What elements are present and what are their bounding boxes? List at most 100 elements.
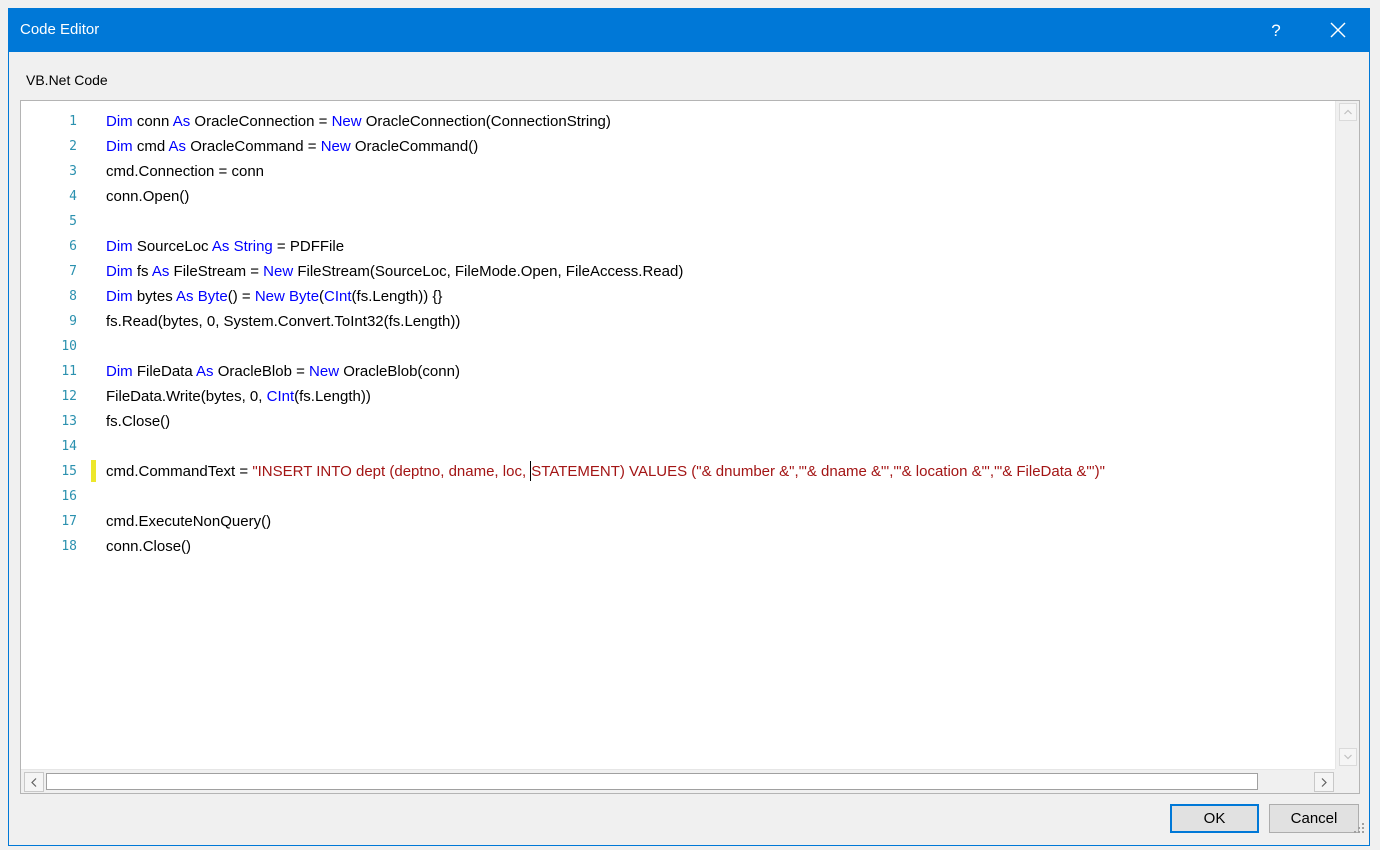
code-section-label: VB.Net Code (26, 72, 108, 88)
scroll-right-button[interactable] (1314, 772, 1334, 792)
line-code[interactable]: fs.Read(bytes, 0, System.Convert.ToInt32… (106, 309, 460, 334)
line-code[interactable]: Dim cmd As OracleCommand = New OracleCom… (106, 134, 478, 159)
line-number: 16 (61, 489, 77, 504)
code-line[interactable]: 5 (21, 209, 1335, 234)
cancel-button[interactable]: Cancel (1269, 804, 1359, 833)
keyword-token: New (320, 138, 351, 155)
code-line[interactable]: 7 Dim fs As FileStream = New FileStream(S… (21, 259, 1335, 284)
line-number: 1 (69, 114, 77, 129)
text-caret (530, 461, 532, 482)
line-number: 13 (61, 414, 77, 429)
horizontal-scrollbar[interactable] (21, 769, 1359, 793)
code-token: fs (132, 263, 152, 280)
scroll-up-button[interactable] (1339, 103, 1357, 121)
line-number: 12 (61, 389, 77, 404)
keyword-token: Byte (289, 288, 320, 305)
code-token: FileData (132, 363, 197, 380)
code-line[interactable]: 2 Dim cmd As OracleCommand = New OracleCo… (21, 134, 1335, 159)
code-line[interactable]: 12 FileData.Write(bytes, 0, CInt(fs.Lengt… (21, 384, 1335, 409)
code-token: OracleConnection(ConnectionString) (361, 113, 611, 130)
code-token: OracleCommand = (186, 138, 321, 155)
line-code[interactable]: Dim FileData As OracleBlob = New OracleB… (106, 359, 460, 384)
code-editor[interactable]: 1 Dim conn As OracleConnection = New Orac… (20, 100, 1360, 794)
line-code[interactable]: conn.Close() (106, 534, 191, 559)
code-line[interactable]: 18 conn.Close() (21, 534, 1335, 559)
code-line[interactable]: 17 cmd.ExecuteNonQuery() (21, 509, 1335, 534)
code-text-area[interactable]: 1 Dim conn As OracleConnection = New Orac… (21, 101, 1335, 769)
help-button[interactable]: ? (1253, 9, 1299, 52)
line-number: 4 (69, 189, 77, 204)
line-code[interactable]: cmd.CommandText = "INSERT INTO dept (dep… (106, 459, 1105, 484)
keyword-token: New (331, 113, 362, 130)
code-line[interactable]: 1 Dim conn As OracleConnection = New Orac… (21, 109, 1335, 134)
keyword-token: Dim (106, 138, 133, 155)
code-token: conn.Open() (106, 188, 190, 205)
line-code[interactable]: fs.Close() (106, 409, 170, 434)
code-token: conn (132, 113, 173, 130)
line-number: 18 (61, 539, 77, 554)
scroll-down-button[interactable] (1339, 748, 1357, 766)
code-token: cmd.CommandText = (106, 463, 253, 480)
line-code[interactable]: conn.Open() (106, 184, 189, 209)
close-button[interactable] (1315, 9, 1361, 52)
code-token: FileStream = (169, 263, 264, 280)
code-line[interactable]: 4 conn.Open() (21, 184, 1335, 209)
keyword-token: As (172, 113, 191, 130)
code-line[interactable]: 15 cmd.CommandText = "INSERT INTO dept (d… (21, 459, 1335, 484)
chevron-left-icon (31, 778, 37, 787)
code-token: conn.Close() (106, 538, 192, 555)
ok-button[interactable]: OK (1170, 804, 1259, 833)
code-line[interactable]: 11 Dim FileData As OracleBlob = New Oracl… (21, 359, 1335, 384)
code-line[interactable]: 8 Dim bytes As Byte() = New Byte(CInt(fs.… (21, 284, 1335, 309)
scrollbar-corner (1335, 769, 1359, 793)
code-line[interactable]: 10 (21, 334, 1335, 359)
code-token: SourceLoc (132, 238, 212, 255)
code-token: OracleCommand() (350, 138, 479, 155)
line-code[interactable]: cmd.ExecuteNonQuery() (106, 509, 271, 534)
line-code[interactable]: cmd.Connection = conn (106, 159, 264, 184)
code-line[interactable]: 9 fs.Read(bytes, 0, System.Convert.ToInt3… (21, 309, 1335, 334)
line-number: 14 (61, 439, 77, 454)
string-token: "INSERT INTO dept (deptno, dname, loc, (252, 463, 531, 480)
line-number: 9 (69, 314, 77, 329)
line-number: 5 (69, 214, 77, 229)
code-line[interactable]: 6 Dim SourceLoc As String = PDFFile (21, 234, 1335, 259)
keyword-token: New (309, 363, 340, 380)
code-token: cmd.ExecuteNonQuery() (106, 513, 272, 530)
close-icon (1330, 22, 1346, 38)
keyword-token: CInt (266, 388, 295, 405)
keyword-token: Dim (106, 263, 133, 280)
horizontal-scroll-thumb[interactable] (46, 773, 1258, 790)
line-number: 6 (69, 239, 77, 254)
chevron-down-icon (1344, 754, 1352, 760)
keyword-token: Dim (106, 363, 133, 380)
code-token: cmd.Connection = conn (106, 163, 265, 180)
code-token: bytes (132, 288, 177, 305)
line-code[interactable]: Dim conn As OracleConnection = New Oracl… (106, 109, 611, 134)
title-bar: Code Editor ? (9, 9, 1369, 52)
line-code[interactable]: Dim bytes As Byte() = New Byte(CInt(fs.L… (106, 284, 442, 309)
scroll-left-button[interactable] (24, 772, 44, 792)
code-token: cmd (132, 138, 169, 155)
resize-grip-icon[interactable] (1352, 821, 1366, 835)
line-number: 7 (69, 264, 77, 279)
keyword-token: As (211, 238, 230, 255)
code-token: OracleBlob = (213, 363, 310, 380)
window-title: Code Editor (20, 21, 100, 38)
code-token: FileStream(SourceLoc, FileMode.Open, Fil… (293, 263, 684, 280)
line-code[interactable]: Dim fs As FileStream = New FileStream(So… (106, 259, 683, 284)
code-token: () = (227, 288, 255, 305)
code-token: fs.Read(bytes, 0, System.Convert.ToInt32… (106, 313, 461, 330)
keyword-token: String (233, 238, 273, 255)
line-number: 8 (69, 289, 77, 304)
code-line[interactable]: 13 fs.Close() (21, 409, 1335, 434)
code-line[interactable]: 3 cmd.Connection = conn (21, 159, 1335, 184)
line-code[interactable]: FileData.Write(bytes, 0, CInt(fs.Length)… (106, 384, 371, 409)
line-code[interactable]: Dim SourceLoc As String = PDFFile (106, 234, 344, 259)
keyword-token: As (176, 288, 194, 305)
code-line[interactable]: 14 (21, 434, 1335, 459)
code-line[interactable]: 16 (21, 484, 1335, 509)
keyword-token: New (263, 263, 294, 280)
keyword-token: New (254, 288, 285, 305)
vertical-scrollbar[interactable] (1335, 101, 1359, 769)
